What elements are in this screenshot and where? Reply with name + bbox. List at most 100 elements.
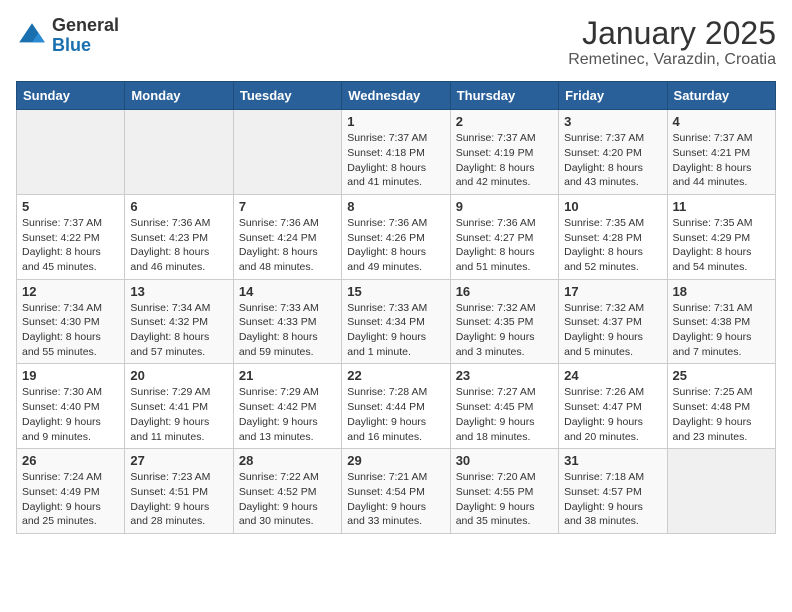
day-cell: 7 Sunrise: 7:36 AM Sunset: 4:24 PM Daylig… <box>233 194 341 279</box>
day-number: 22 <box>347 368 444 383</box>
day-number: 10 <box>564 199 661 214</box>
day-cell: 13Sunrise: 7:34 AM Sunset: 4:32 PM Dayli… <box>125 279 233 364</box>
header-cell-monday: Monday <box>125 82 233 110</box>
day-info: Sunrise: 7:31 AM Sunset: 4:38 PM Dayligh… <box>673 301 770 360</box>
day-info: Sunrise: 7:37 AM Sunset: 4:19 PM Dayligh… <box>456 131 553 190</box>
title-block: January 2025 Remetinec, Varazdin, Croati… <box>568 16 776 69</box>
day-cell <box>667 449 775 534</box>
day-info: Sunrise: 7:37 AM Sunset: 4:18 PM Dayligh… <box>347 131 444 190</box>
day-info: Sunrise: 7:35 AM Sunset: 4:28 PM Dayligh… <box>564 216 661 275</box>
day-cell: 11Sunrise: 7:35 AM Sunset: 4:29 PM Dayli… <box>667 194 775 279</box>
week-row-2: 5 Sunrise: 7:37 AM Sunset: 4:22 PM Daylig… <box>17 194 776 279</box>
day-number: 21 <box>239 368 336 383</box>
day-info: Sunrise: 7:34 AM Sunset: 4:32 PM Dayligh… <box>130 301 227 360</box>
calendar-container: General Blue January 2025 Remetinec, Var… <box>0 0 792 546</box>
day-number: 17 <box>564 284 661 299</box>
day-info: Sunrise: 7:36 AM Sunset: 4:24 PM Dayligh… <box>239 216 336 275</box>
logo-blue: Blue <box>52 36 119 56</box>
day-info: Sunrise: 7:20 AM Sunset: 4:55 PM Dayligh… <box>456 470 553 529</box>
day-info: Sunrise: 7:36 AM Sunset: 4:27 PM Dayligh… <box>456 216 553 275</box>
day-info: Sunrise: 7:36 AM Sunset: 4:26 PM Dayligh… <box>347 216 444 275</box>
day-info: Sunrise: 7:37 AM Sunset: 4:21 PM Dayligh… <box>673 131 770 190</box>
week-row-1: 1 Sunrise: 7:37 AM Sunset: 4:18 PM Daylig… <box>17 110 776 195</box>
day-info: Sunrise: 7:36 AM Sunset: 4:23 PM Dayligh… <box>130 216 227 275</box>
calendar-header: SundayMondayTuesdayWednesdayThursdayFrid… <box>17 82 776 110</box>
day-info: Sunrise: 7:29 AM Sunset: 4:41 PM Dayligh… <box>130 385 227 444</box>
day-number: 11 <box>673 199 770 214</box>
day-cell: 25Sunrise: 7:25 AM Sunset: 4:48 PM Dayli… <box>667 364 775 449</box>
day-info: Sunrise: 7:29 AM Sunset: 4:42 PM Dayligh… <box>239 385 336 444</box>
day-number: 4 <box>673 114 770 129</box>
day-info: Sunrise: 7:27 AM Sunset: 4:45 PM Dayligh… <box>456 385 553 444</box>
day-number: 8 <box>347 199 444 214</box>
header-cell-saturday: Saturday <box>667 82 775 110</box>
day-number: 26 <box>22 453 119 468</box>
calendar-body: 1 Sunrise: 7:37 AM Sunset: 4:18 PM Daylig… <box>17 110 776 534</box>
day-info: Sunrise: 7:33 AM Sunset: 4:33 PM Dayligh… <box>239 301 336 360</box>
day-cell: 19 Sunrise: 7:30 AM Sunset: 4:40 PM Dayli… <box>17 364 125 449</box>
day-info: Sunrise: 7:30 AM Sunset: 4:40 PM Dayligh… <box>22 385 119 444</box>
day-number: 2 <box>456 114 553 129</box>
header-cell-thursday: Thursday <box>450 82 558 110</box>
day-info: Sunrise: 7:18 AM Sunset: 4:57 PM Dayligh… <box>564 470 661 529</box>
day-number: 28 <box>239 453 336 468</box>
day-cell: 12Sunrise: 7:34 AM Sunset: 4:30 PM Dayli… <box>17 279 125 364</box>
day-info: Sunrise: 7:21 AM Sunset: 4:54 PM Dayligh… <box>347 470 444 529</box>
day-cell: 18 Sunrise: 7:31 AM Sunset: 4:38 PM Dayli… <box>667 279 775 364</box>
day-number: 25 <box>673 368 770 383</box>
day-number: 7 <box>239 199 336 214</box>
week-row-3: 12Sunrise: 7:34 AM Sunset: 4:30 PM Dayli… <box>17 279 776 364</box>
day-number: 3 <box>564 114 661 129</box>
day-info: Sunrise: 7:37 AM Sunset: 4:22 PM Dayligh… <box>22 216 119 275</box>
day-cell: 28Sunrise: 7:22 AM Sunset: 4:52 PM Dayli… <box>233 449 341 534</box>
logo-text: General Blue <box>52 16 119 56</box>
day-info: Sunrise: 7:32 AM Sunset: 4:35 PM Dayligh… <box>456 301 553 360</box>
day-number: 31 <box>564 453 661 468</box>
day-cell: 21 Sunrise: 7:29 AM Sunset: 4:42 PM Dayli… <box>233 364 341 449</box>
header-cell-sunday: Sunday <box>17 82 125 110</box>
day-cell: 9 Sunrise: 7:36 AM Sunset: 4:27 PM Daylig… <box>450 194 558 279</box>
logo: General Blue <box>16 16 119 56</box>
day-cell: 8 Sunrise: 7:36 AM Sunset: 4:26 PM Daylig… <box>342 194 450 279</box>
day-cell: 20Sunrise: 7:29 AM Sunset: 4:41 PM Dayli… <box>125 364 233 449</box>
day-number: 30 <box>456 453 553 468</box>
day-cell: 16 Sunrise: 7:32 AM Sunset: 4:35 PM Dayli… <box>450 279 558 364</box>
day-info: Sunrise: 7:37 AM Sunset: 4:20 PM Dayligh… <box>564 131 661 190</box>
day-number: 9 <box>456 199 553 214</box>
week-row-5: 26Sunrise: 7:24 AM Sunset: 4:49 PM Dayli… <box>17 449 776 534</box>
day-cell: 29 Sunrise: 7:21 AM Sunset: 4:54 PM Dayli… <box>342 449 450 534</box>
day-number: 1 <box>347 114 444 129</box>
day-number: 29 <box>347 453 444 468</box>
day-cell <box>17 110 125 195</box>
day-info: Sunrise: 7:26 AM Sunset: 4:47 PM Dayligh… <box>564 385 661 444</box>
calendar-title: January 2025 <box>568 16 776 51</box>
week-row-4: 19 Sunrise: 7:30 AM Sunset: 4:40 PM Dayli… <box>17 364 776 449</box>
header-cell-tuesday: Tuesday <box>233 82 341 110</box>
day-cell: 4 Sunrise: 7:37 AM Sunset: 4:21 PM Daylig… <box>667 110 775 195</box>
day-number: 23 <box>456 368 553 383</box>
day-cell: 14Sunrise: 7:33 AM Sunset: 4:33 PM Dayli… <box>233 279 341 364</box>
header: General Blue January 2025 Remetinec, Var… <box>16 16 776 69</box>
day-number: 19 <box>22 368 119 383</box>
day-cell: 6Sunrise: 7:36 AM Sunset: 4:23 PM Daylig… <box>125 194 233 279</box>
day-cell: 3 Sunrise: 7:37 AM Sunset: 4:20 PM Daylig… <box>559 110 667 195</box>
header-cell-wednesday: Wednesday <box>342 82 450 110</box>
day-cell <box>125 110 233 195</box>
day-cell: 10 Sunrise: 7:35 AM Sunset: 4:28 PM Dayli… <box>559 194 667 279</box>
day-cell: 26Sunrise: 7:24 AM Sunset: 4:49 PM Dayli… <box>17 449 125 534</box>
day-info: Sunrise: 7:34 AM Sunset: 4:30 PM Dayligh… <box>22 301 119 360</box>
day-cell: 22Sunrise: 7:28 AM Sunset: 4:44 PM Dayli… <box>342 364 450 449</box>
calendar-subtitle: Remetinec, Varazdin, Croatia <box>568 51 776 69</box>
logo-general: General <box>52 16 119 36</box>
day-cell: 31 Sunrise: 7:18 AM Sunset: 4:57 PM Dayli… <box>559 449 667 534</box>
header-row: SundayMondayTuesdayWednesdayThursdayFrid… <box>17 82 776 110</box>
day-number: 16 <box>456 284 553 299</box>
day-cell: 15Sunrise: 7:33 AM Sunset: 4:34 PM Dayli… <box>342 279 450 364</box>
day-number: 5 <box>22 199 119 214</box>
day-cell: 17Sunrise: 7:32 AM Sunset: 4:37 PM Dayli… <box>559 279 667 364</box>
day-info: Sunrise: 7:23 AM Sunset: 4:51 PM Dayligh… <box>130 470 227 529</box>
day-number: 24 <box>564 368 661 383</box>
day-number: 27 <box>130 453 227 468</box>
day-number: 15 <box>347 284 444 299</box>
day-number: 18 <box>673 284 770 299</box>
